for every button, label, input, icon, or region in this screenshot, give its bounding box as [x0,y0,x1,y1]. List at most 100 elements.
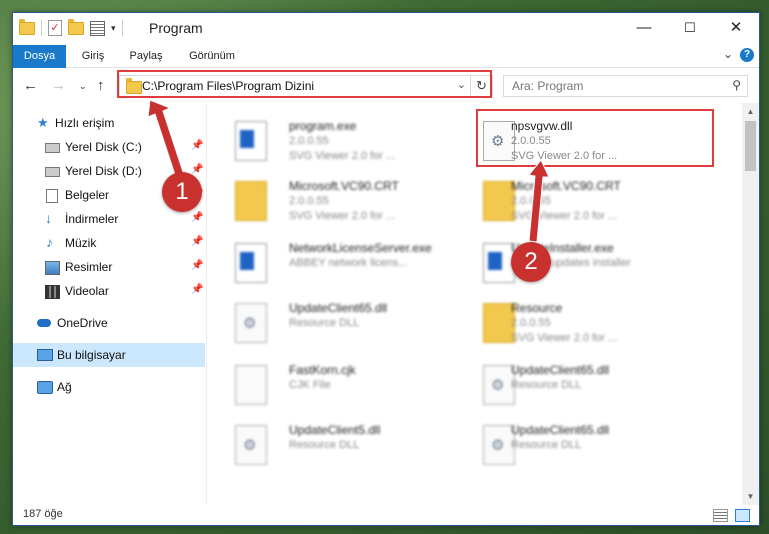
vertical-scrollbar[interactable]: ▲ ▼ [742,103,759,505]
step-1-badge: 1 [162,172,202,212]
folder-icon[interactable] [19,18,35,35]
file-version: 2.0.0.55 [511,317,551,329]
file-name: program.exe [289,119,357,133]
file-tile[interactable]: FastKorn.cjk CJK File [207,357,445,413]
properties-icon[interactable] [90,20,105,36]
gear-icon: ⚙ [491,437,505,454]
pin-icon[interactable]: 📌 [191,164,203,175]
forward-arrow-icon[interactable]: → [51,77,66,94]
close-button[interactable]: ✕ [713,13,759,43]
gear-icon: ⚙ [243,315,257,332]
videos-icon [45,285,60,299]
computer-icon [37,349,53,361]
scroll-down-icon[interactable]: ▼ [742,488,759,505]
quick-access-toolbar: ✓ ▾ [19,18,123,36]
drive-icon [45,167,60,177]
dll-icon: ⚙ [235,303,267,343]
sidebar-item-ag[interactable]: Ağ [13,375,205,399]
file-icon [235,365,267,405]
recent-dropdown-icon[interactable]: ⌄ [79,81,87,92]
file-name: UpdateClient65.dll [289,301,388,315]
tab-gorunum[interactable]: Görünüm [179,45,245,67]
dll-icon: ⚙ [235,425,267,465]
tab-paylas[interactable]: Paylaş [121,45,171,67]
help-icon[interactable]: ? [740,48,754,62]
file-description: CJK File [289,379,331,391]
item-count: 187 öğe [23,508,63,520]
up-arrow-icon[interactable]: ↑ [97,77,105,94]
file-name: UpdateClient5.dll [289,423,381,437]
pictures-icon [45,261,60,275]
minimize-button[interactable]: — [621,13,667,43]
search-input[interactable] [512,78,712,93]
file-description: SVG Viewer 2.0 for ... [511,332,618,344]
navigation-pane: ★ Hızlı erişim Yerel Disk (C:) 📌 Yerel D… [13,103,205,505]
new-folder-icon[interactable] [68,18,84,35]
file-tile[interactable]: Microsoft.VC90.CRT 2.0.0.55 SVG Viewer 2… [207,173,445,229]
sidebar-item-label: Videolar [65,284,109,298]
sidebar-item-label: Hızlı erişim [55,116,115,130]
search-box[interactable]: ⚲ [503,75,748,97]
scroll-up-icon[interactable]: ▲ [742,103,759,120]
properties-check-icon[interactable]: ✓ [48,20,62,36]
file-tile[interactable]: ⚙ UpdateClient65.dll Resource DLL [207,295,445,351]
file-tile[interactable]: NetworkLicenseServer.exe ABBEY network l… [207,235,445,291]
gear-icon: ⚙ [243,437,257,454]
sidebar-item-label: Yerel Disk (C:) [65,140,142,154]
file-version: 2.0.0.55 [289,135,329,147]
file-description: ABBEY network licens... [289,257,408,269]
pin-icon[interactable]: 📌 [191,140,203,151]
sidebar-item-label: Ağ [57,380,72,394]
file-name: UpdateClient65.dll [511,363,610,377]
file-description: SVG Viewer 2.0 for ... [289,150,396,162]
drive-icon [45,143,60,153]
pin-icon[interactable]: 📌 [191,212,203,223]
scrollbar-thumb[interactable] [745,121,756,171]
file-version: 2.0.0.55 [289,195,329,207]
file-description: Resource DLL [289,317,360,329]
file-version: 2.0.0.55 [511,195,551,207]
sidebar-item-label: OneDrive [57,316,108,330]
sidebar-item-hizli-erisim[interactable]: ★ Hızlı erişim [13,111,205,135]
details-view-icon[interactable] [713,509,728,522]
sidebar-item-videolar[interactable]: Videolar 📌 [13,279,205,303]
download-icon: ↓ [45,210,52,226]
exe-icon [235,121,267,161]
pin-icon[interactable]: 📌 [191,260,203,271]
chevron-down-icon[interactable]: ⌄ [723,47,733,61]
file-description: Resource DLL [511,439,582,451]
file-tile[interactable]: ⚙ UpdateClient65.dll Resource DLL [455,357,693,413]
folder-icon [235,181,267,221]
sidebar-item-onedrive[interactable]: OneDrive [13,311,205,335]
pin-icon[interactable]: 📌 [191,284,203,295]
sidebar-item-bu-bilgisayar[interactable]: Bu bilgisayar [13,343,205,367]
file-highlight [476,109,714,167]
pin-icon[interactable]: 📌 [191,236,203,247]
sidebar-item-resimler[interactable]: Resimler 📌 [13,255,205,279]
tiles-view-icon[interactable] [735,509,750,522]
file-tile[interactable]: ⚙ UpdateClient5.dll Resource DLL [207,417,445,473]
network-icon [37,381,53,394]
status-bar: 187 öğe [13,505,759,525]
star-icon: ★ [37,115,49,130]
tab-giris[interactable]: Giriş [73,45,113,67]
file-tile[interactable]: Microsoft.VC90.CRT 2.0.0.55 SVG Viewer 2… [455,173,693,229]
customize-dropdown-icon[interactable]: ▾ [111,23,116,34]
search-icon[interactable]: ⚲ [732,78,741,92]
divider [41,20,42,36]
file-tile[interactable]: UpdateInstaller.exe ABBEY updates instal… [455,235,693,291]
documents-icon [46,189,58,203]
sidebar-item-yerel-disk-c[interactable]: Yerel Disk (C:) 📌 [13,135,205,159]
back-arrow-icon[interactable]: ← [23,77,38,94]
file-name: NetworkLicenseServer.exe [289,241,432,255]
sidebar-item-label: İndirmeler [65,212,119,226]
maximize-button[interactable]: ☐ [667,13,713,43]
file-tile[interactable]: ⚙ UpdateClient65.dll Resource DLL [455,417,693,473]
ribbon-tabs: Dosya Giriş Paylaş Görünüm ⌄ ? [13,45,759,101]
window-title: Program [149,20,203,36]
file-name: Microsoft.VC90.CRT [289,179,399,193]
sidebar-item-label: Bu bilgisayar [57,348,126,362]
file-tile[interactable]: Resource 2.0.0.55 SVG Viewer 2.0 for ... [455,295,693,351]
sidebar-item-muzik[interactable]: ♪ Müzik 📌 [13,231,205,255]
file-tile[interactable]: program.exe 2.0.0.55 SVG Viewer 2.0 for … [207,113,445,169]
